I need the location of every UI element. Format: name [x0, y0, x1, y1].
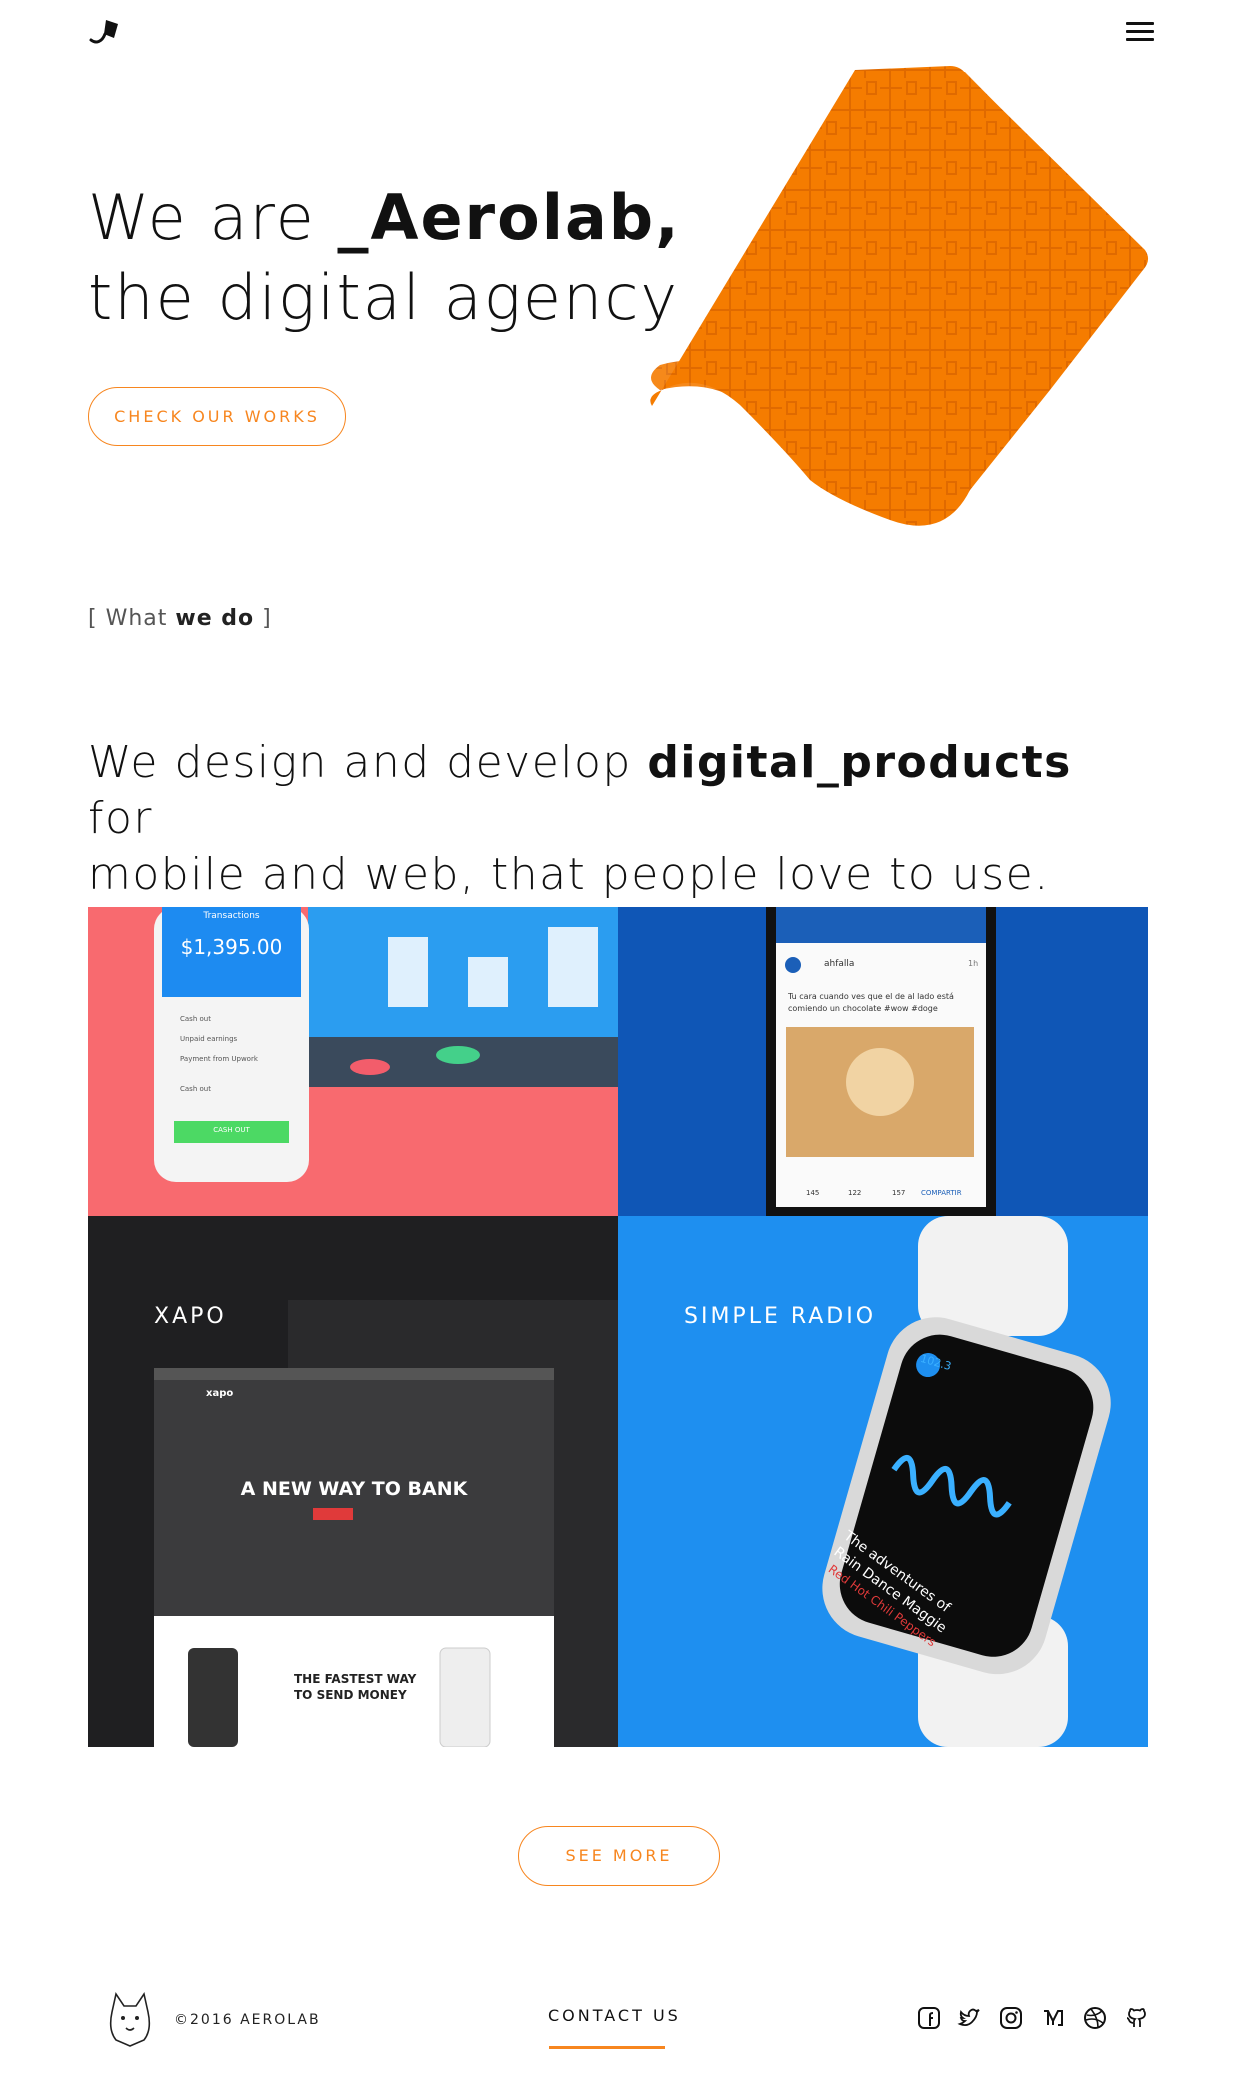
stat-comments: 145	[806, 1189, 820, 1197]
xapo-sub-2: TO SEND MONEY	[294, 1688, 407, 1702]
wallet-row: Payment from Upwork	[180, 1055, 258, 1063]
statement-line2: mobile and web, that people love to use.	[88, 849, 1050, 900]
stat-reshares: 122	[848, 1189, 862, 1197]
wallet-row: Unpaid earnings	[180, 1035, 238, 1043]
watch-illustration	[822, 1216, 1111, 1747]
share-button: COMPARTIR	[921, 1189, 962, 1197]
xapo-brand: xapo	[206, 1388, 234, 1399]
section-label-bold: we do	[175, 606, 255, 631]
xapo-headline: A NEW WAY TO BANK	[240, 1478, 468, 1500]
section-label-open: [ What	[88, 606, 176, 631]
hamburger-menu-icon[interactable]	[1126, 22, 1154, 46]
wallet-header: Transactions	[203, 911, 260, 921]
xapo-label: XAPO	[154, 1304, 227, 1329]
copyright-text: ©2016 AEROLAB	[174, 2012, 321, 2028]
contact-underline	[549, 2046, 665, 2049]
wallet-row: Cash out	[180, 1015, 211, 1023]
contact-us-link[interactable]: CONTACT US	[548, 2006, 681, 2025]
simple-radio-label: SIMPLE RADIO	[684, 1304, 877, 1329]
cash-out-button: CASH OUT	[213, 1126, 250, 1134]
instagram-icon[interactable]	[999, 2006, 1023, 2030]
post-username: ahfalla	[824, 959, 855, 969]
statement-bold: digital_products	[647, 737, 1072, 788]
xapo-sub-1: THE FASTEST WAY	[294, 1672, 417, 1686]
wallet-row: Cash out	[180, 1085, 211, 1093]
hero-line2: the digital agency	[88, 261, 680, 334]
section-label-close: ]	[254, 606, 272, 631]
dribbble-icon[interactable]	[1083, 2006, 1107, 2030]
statement-part2: for	[88, 793, 153, 844]
doge-mascot-icon	[109, 1991, 151, 2047]
section-label: [ What we do ]	[88, 606, 272, 631]
hero-brand: _Aerolab,	[337, 181, 681, 254]
statement-part1: We design and develop	[88, 737, 648, 788]
work-tile-social[interactable]: ahfalla 1h Tu cara cuando ves que el de …	[618, 907, 1148, 1216]
github-icon[interactable]	[1125, 2006, 1149, 2030]
wallet-balance: $1,395.00	[180, 935, 283, 959]
check-our-works-button[interactable]: CHECK OUR WORKS	[88, 387, 346, 446]
hero-title: We are _Aerolab, the digital agency	[88, 178, 728, 338]
social-illustration	[766, 907, 996, 1216]
work-tile-wallet[interactable]: Transactions $1,395.00 Cash out Unpaid e…	[88, 907, 618, 1216]
kite-logo-icon[interactable]	[88, 18, 124, 48]
facebook-icon[interactable]	[917, 2006, 941, 2030]
post-text: Tu cara cuando ves que el de al lado est…	[788, 992, 954, 1013]
medium-icon[interactable]	[1041, 2006, 1065, 2030]
statement-heading: We design and develop digital_products f…	[88, 735, 1088, 903]
work-tile-simple-radio[interactable]: SIMPLE RADIO 102.3 The adventures of Rai…	[618, 1216, 1148, 1747]
hero-line1-prefix: We are	[88, 181, 338, 254]
twitter-icon[interactable]	[957, 2006, 981, 2030]
kite-illustration	[650, 66, 1149, 526]
work-tile-xapo[interactable]: XAPO xapo A NEW WAY TO BANK THE FASTEST …	[88, 1216, 618, 1747]
post-time: 1h	[968, 959, 979, 968]
stat-likes: 157	[892, 1189, 906, 1197]
see-more-button[interactable]: SEE MORE	[518, 1826, 720, 1886]
